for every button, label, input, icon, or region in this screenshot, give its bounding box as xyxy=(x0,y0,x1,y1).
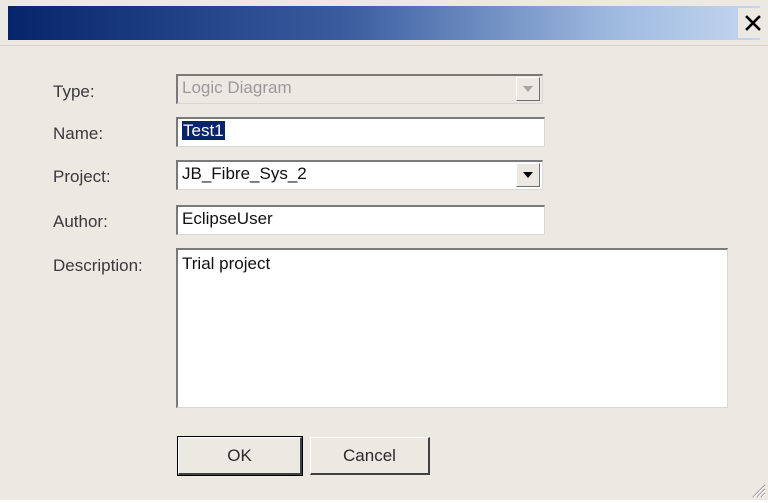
type-select: Logic Diagram xyxy=(176,74,543,104)
project-select[interactable]: JB_Fibre_Sys_2 xyxy=(176,160,543,190)
resize-grip-icon[interactable] xyxy=(750,482,766,498)
new-diagram-dialog: Type: Logic Diagram Name: Test1 Project:… xyxy=(0,0,768,500)
author-input[interactable]: EclipseUser xyxy=(176,205,545,235)
author-label: Author: xyxy=(53,212,108,231)
type-dropdown-button xyxy=(516,77,540,101)
cancel-button[interactable]: Cancel xyxy=(310,437,430,475)
close-icon xyxy=(744,14,762,32)
chevron-down-icon xyxy=(523,86,533,92)
close-button[interactable] xyxy=(738,8,768,38)
type-select-value: Logic Diagram xyxy=(182,78,292,97)
project-select-value: JB_Fibre_Sys_2 xyxy=(182,164,307,183)
title-divider xyxy=(0,45,768,46)
project-dropdown-button[interactable] xyxy=(516,163,540,187)
author-input-value: EclipseUser xyxy=(182,209,273,228)
title-bar[interactable] xyxy=(8,6,760,40)
name-input-value: Test1 xyxy=(182,121,225,140)
description-textarea-value: Trial project xyxy=(182,254,271,273)
name-input[interactable]: Test1 xyxy=(176,117,545,147)
ok-button[interactable]: OK xyxy=(177,436,303,476)
type-label: Type: xyxy=(53,82,95,101)
chevron-down-icon xyxy=(523,172,533,178)
name-label: Name: xyxy=(53,124,104,143)
project-label: Project: xyxy=(53,167,111,186)
description-textarea[interactable]: Trial project xyxy=(176,248,728,408)
description-label: Description: xyxy=(53,256,143,275)
